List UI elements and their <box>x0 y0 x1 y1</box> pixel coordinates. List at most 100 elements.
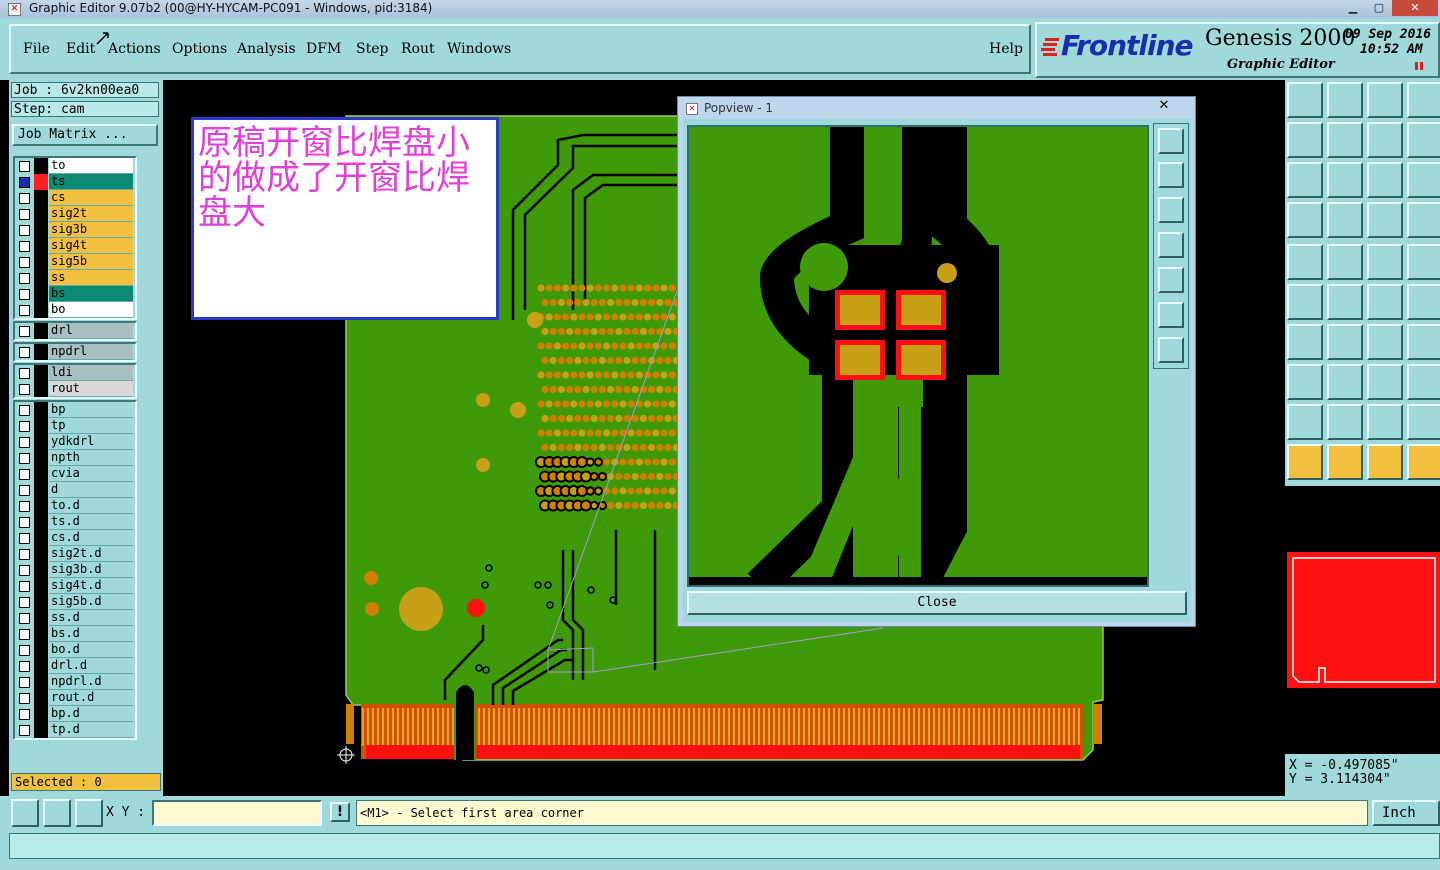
layer-checkbox[interactable] <box>19 209 30 220</box>
layer-row[interactable]: ss <box>15 270 135 286</box>
text-b-icon[interactable] <box>1367 404 1403 440</box>
layer-row[interactable]: bo <box>15 302 135 318</box>
layer-row[interactable]: bs.d <box>15 626 135 642</box>
layer-name[interactable]: bs.d <box>49 626 133 642</box>
layer-name[interactable]: sig3b.d <box>49 562 133 578</box>
layer-name[interactable]: to <box>49 158 133 174</box>
layer-row[interactable]: npth <box>15 450 135 466</box>
layer-name[interactable]: ts.d <box>49 514 133 530</box>
menu-file[interactable]: File <box>23 41 50 57</box>
add-line-icon[interactable] <box>1327 244 1363 280</box>
layer-checkbox[interactable] <box>19 225 30 236</box>
layer-checkbox[interactable] <box>19 193 30 204</box>
select-single-icon[interactable] <box>1327 444 1363 480</box>
layer-name[interactable]: bp <box>49 402 133 418</box>
layer-name[interactable]: sig5b <box>49 254 133 270</box>
zoom-fit-icon[interactable] <box>1287 162 1323 198</box>
exclamation-button[interactable]: ! <box>330 802 350 822</box>
layer-name[interactable]: drl <box>49 323 133 339</box>
select-icon[interactable] <box>1287 444 1323 480</box>
popview-pan-right-icon[interactable] <box>1158 267 1184 293</box>
layer-row[interactable]: sig3b <box>15 222 135 238</box>
layer-row[interactable]: tp.d <box>15 722 135 738</box>
layer-checkbox[interactable] <box>19 709 30 720</box>
layer-checkbox[interactable] <box>19 347 30 358</box>
layer-checkbox[interactable] <box>19 368 30 379</box>
layer-checkbox[interactable] <box>19 693 30 704</box>
layer-row[interactable]: cs.d <box>15 530 135 546</box>
layer-name[interactable]: cvia <box>49 466 133 482</box>
layer-color-swatch[interactable] <box>34 190 48 206</box>
layer-row[interactable]: bp <box>15 402 135 418</box>
layer-color-swatch[interactable] <box>34 365 48 381</box>
layer-name[interactable]: sig4t.d <box>49 578 133 594</box>
menu-rout[interactable]: Rout <box>401 41 435 57</box>
layer-name[interactable]: bo <box>49 302 133 318</box>
job-matrix-button[interactable]: Job Matrix ... <box>12 124 158 146</box>
layer-name[interactable]: sig2t <box>49 206 133 222</box>
layer-row[interactable]: npdrl.d <box>15 674 135 690</box>
layer-checkbox[interactable] <box>19 453 30 464</box>
layer-name[interactable]: ldi <box>49 365 133 381</box>
layer-name[interactable]: bo.d <box>49 642 133 658</box>
layer-checkbox[interactable] <box>19 661 30 672</box>
layer-name[interactable]: sig2t.d <box>49 546 133 562</box>
net-icon[interactable] <box>1407 202 1440 238</box>
layer-row[interactable]: sig4t <box>15 238 135 254</box>
help-icon[interactable] <box>1407 162 1440 198</box>
measure-icon[interactable] <box>1367 364 1403 400</box>
layer-checkbox[interactable] <box>19 725 30 736</box>
popview-pan-up-icon[interactable] <box>1158 162 1184 188</box>
layer-checkbox[interactable] <box>19 501 30 512</box>
layer-row[interactable]: npdrl <box>15 344 135 360</box>
layer-color-swatch[interactable] <box>34 222 48 238</box>
layer-color-swatch[interactable] <box>34 706 48 722</box>
snap-node-icon[interactable] <box>1287 284 1323 320</box>
step-icon[interactable] <box>1407 122 1440 158</box>
xy-input[interactable] <box>152 800 322 826</box>
layer-checkbox[interactable] <box>19 485 30 496</box>
overview-map[interactable] <box>1285 486 1440 754</box>
grid-icon[interactable] <box>1327 202 1363 238</box>
layer-color-swatch[interactable] <box>34 482 48 498</box>
layer-name[interactable]: ss <box>49 270 133 286</box>
layer-name[interactable]: tp.d <box>49 722 133 738</box>
layer-row[interactable]: sig5b <box>15 254 135 270</box>
menu-step[interactable]: Step <box>356 41 388 57</box>
units-button[interactable]: Inch <box>1372 800 1440 826</box>
layer-name[interactable]: cs <box>49 190 133 206</box>
close-window-button[interactable]: ✕ <box>1392 0 1438 16</box>
minimize-button[interactable]: ▁ <box>1340 0 1366 16</box>
layer-color-swatch[interactable] <box>34 254 48 270</box>
layer-color-swatch[interactable] <box>34 594 48 610</box>
layer-name[interactable]: npth <box>49 450 133 466</box>
layer-name[interactable]: rout.d <box>49 690 133 706</box>
layer-row[interactable]: bo.d <box>15 642 135 658</box>
layer-checkbox[interactable] <box>19 565 30 576</box>
mirror-icon[interactable] <box>1367 122 1403 158</box>
scale-icon[interactable] <box>1367 162 1403 198</box>
edit-line-icon[interactable] <box>1327 324 1363 360</box>
layer-name[interactable]: sig4t <box>49 238 133 254</box>
popview-close-button[interactable]: Close <box>687 591 1187 615</box>
layer-color-swatch[interactable] <box>34 418 48 434</box>
layer-checkbox[interactable] <box>19 469 30 480</box>
layer-color-swatch[interactable] <box>34 381 48 397</box>
add-node-icon[interactable] <box>1407 284 1440 320</box>
layer-row[interactable]: to <box>15 158 135 174</box>
menu-help[interactable]: Help <box>989 41 1023 57</box>
layer-row[interactable]: bs <box>15 286 135 302</box>
layer-row[interactable]: sig5b.d <box>15 594 135 610</box>
layer-row[interactable]: ydkdrl <box>15 434 135 450</box>
layer-name[interactable]: d <box>49 482 133 498</box>
menu-analysis[interactable]: Analysis <box>237 41 296 57</box>
layer-color-swatch[interactable] <box>34 530 48 546</box>
layer-row[interactable]: d <box>15 482 135 498</box>
layer-checkbox[interactable] <box>19 517 30 528</box>
layer-name[interactable]: ss.d <box>49 610 133 626</box>
layer-color-swatch[interactable] <box>34 450 48 466</box>
layer-color-swatch[interactable] <box>34 174 48 190</box>
select-net-icon[interactable] <box>1407 444 1440 480</box>
layer-name[interactable]: tp <box>49 418 133 434</box>
layer-color-swatch[interactable] <box>34 323 48 339</box>
